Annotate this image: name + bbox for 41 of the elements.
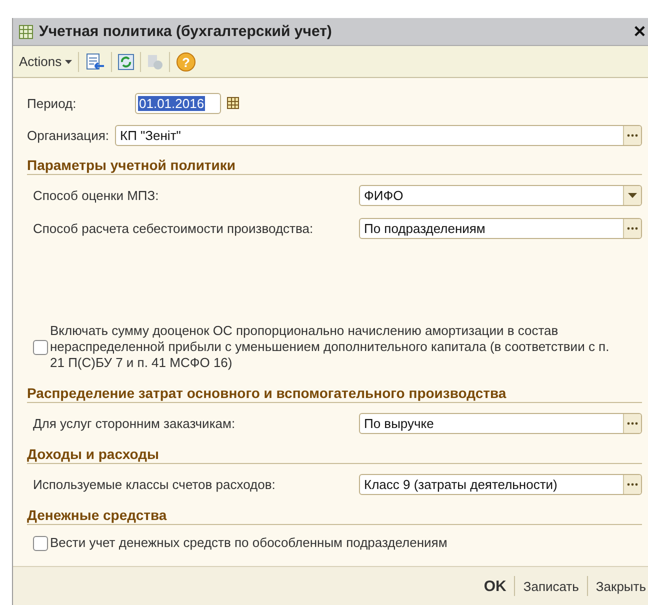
select-button[interactable] — [623, 219, 641, 238]
organization-field[interactable]: КП "Зеніт" — [115, 124, 642, 146]
table-icon — [19, 24, 33, 38]
section-header: Доходы и расходы — [27, 440, 642, 464]
actions-menu-button[interactable]: Actions — [19, 54, 72, 69]
close-button[interactable]: ✕ — [631, 22, 648, 42]
organization-label: Организация: — [27, 128, 110, 142]
select-button[interactable] — [623, 475, 641, 494]
select-button[interactable] — [623, 414, 641, 433]
ellipsis-icon — [627, 422, 638, 425]
checkbox-label: Включать сумму дооценок ОС пропорционально начислению амортизации в состав нераспределенной прибыли с уменьшением дополнительного капитала (в соответствии с п. 21 П(С)БУ 7 и п. 41 МСФО 16) — [50, 323, 610, 371]
footer-button[interactable]: Записать — [523, 578, 579, 594]
dropdown-button[interactable] — [623, 186, 641, 205]
checkbox[interactable] — [33, 536, 48, 550]
choice-field[interactable]: Класс 9 (затраты деятельности) — [359, 474, 642, 495]
section-header: Распределение затрат основного и вспомогательного производства — [27, 379, 642, 403]
document-arrow-icon[interactable] — [84, 52, 105, 70]
date-field[interactable]: 01.01.2016 — [135, 92, 221, 114]
calendar-button[interactable] — [227, 97, 239, 109]
caret-icon — [64, 60, 72, 64]
ellipsis-icon — [627, 134, 638, 136]
field-label: Способ расчета себестоимости производства: — [33, 221, 314, 236]
field-label: Используемые классы счетов расходов: — [33, 477, 276, 492]
refresh-icon[interactable] — [118, 54, 134, 70]
ok-button[interactable]: OK — [484, 578, 506, 594]
window-title: Учетная политика (бухгалтерский учет) — [39, 23, 333, 40]
period-label: Период: — [27, 96, 78, 110]
caret-icon — [628, 193, 637, 198]
dropdown-field[interactable]: ФИФО — [359, 185, 642, 206]
choice-field[interactable]: По выручке — [359, 413, 642, 434]
ellipsis-icon — [627, 483, 638, 486]
field-label: Для услуг сторонним заказчикам: — [33, 416, 236, 431]
ellipsis-icon — [627, 227, 638, 230]
section-header: Денежные средства — [27, 501, 642, 525]
footer-button[interactable]: Закрыть — [596, 578, 646, 594]
checkbox[interactable] — [33, 340, 48, 354]
select-button[interactable] — [623, 126, 641, 144]
section-header: Параметры учетной политики — [27, 151, 642, 175]
field-label: Способ оценки МПЗ: — [33, 188, 160, 203]
choice-field[interactable]: По подразделениям — [359, 218, 642, 239]
checkbox-label: Вести учет денежных средств по обособленным подразделениям — [50, 535, 448, 551]
